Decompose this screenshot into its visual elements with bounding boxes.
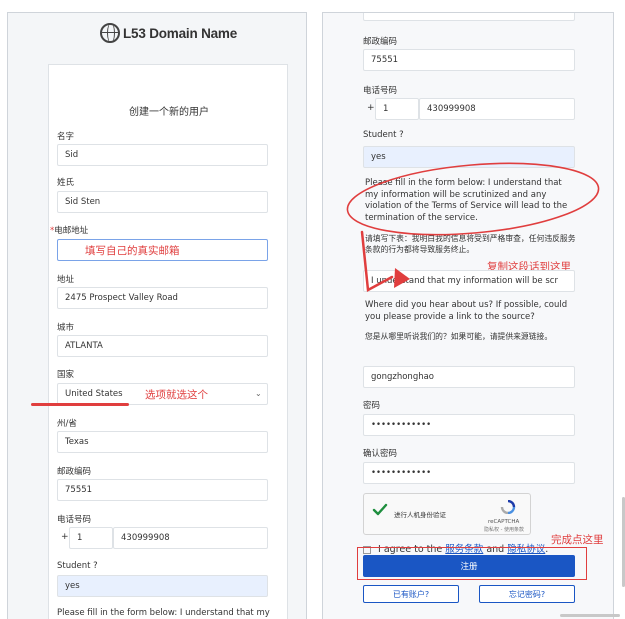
city-input[interactable]: ATLANTA <box>57 335 268 357</box>
zip-label: 邮政编码 <box>57 467 92 477</box>
email-label-text: 电邮地址 <box>54 226 89 236</box>
student-label: Student ? <box>363 130 404 140</box>
state-input[interactable]: Texas <box>57 431 268 453</box>
chevron-down-icon: ⌄ <box>255 389 262 398</box>
source-question-chinese: 您是从哪里听说我们的？如果可能，请提供来源链接。 <box>365 332 553 341</box>
have-account-button[interactable]: 已有账户? <box>363 585 459 603</box>
email-input[interactable]: 填写自己的真实邮箱 <box>57 239 268 261</box>
first-name-label: 名字 <box>57 132 75 142</box>
phone-plus-sign: + <box>61 532 69 542</box>
phone-number-input[interactable]: 430999908 <box>113 527 268 549</box>
recaptcha-icon <box>500 500 516 514</box>
email-annotation: 填写自己的真实邮箱 <box>85 244 180 257</box>
source-question-english: Where did you hear about us? If possible… <box>365 300 568 322</box>
zip-input[interactable]: 75551 <box>363 49 575 71</box>
finish-annotation: 完成点这里 <box>551 534 604 546</box>
phone-plus-sign: + <box>367 103 375 113</box>
first-name-input[interactable]: Sid <box>57 144 268 166</box>
phone-number-input[interactable]: 430999908 <box>419 98 575 120</box>
left-screenshot-panel: L53 Domain Name 创建一个新的用户 名字 Sid 姓氏 Sid S… <box>7 12 307 619</box>
country-label: 国家 <box>57 370 75 380</box>
password-input[interactable]: •••••••••••• <box>363 414 575 436</box>
student-input[interactable]: yes <box>57 575 268 597</box>
student-input[interactable]: yes <box>363 146 575 168</box>
address-label: 地址 <box>57 275 75 285</box>
right-screenshot-panel: Texas 邮政编码 75551 电话号码 + 1 430999908 Stud… <box>322 12 614 619</box>
state-input[interactable]: Texas <box>363 13 575 21</box>
email-label: *电邮地址 <box>50 224 88 236</box>
student-label: Student ? <box>57 561 98 571</box>
register-highlight-box <box>357 547 587 580</box>
country-annotation: 选项就选这个 <box>145 389 208 401</box>
last-name-input[interactable]: Sid Sten <box>57 191 268 213</box>
form-title: 创建一个新的用户 <box>129 107 209 118</box>
address-input[interactable]: 2475 Prospect Valley Road <box>57 287 268 309</box>
phone-country-code-input[interactable]: 1 <box>375 98 419 120</box>
phone-label: 电话号码 <box>57 515 92 525</box>
terms-statement-input[interactable]: I understand that my information will be… <box>363 270 575 292</box>
signup-form-card: 创建一个新的用户 名字 Sid 姓氏 Sid Sten *电邮地址 填写自己的真… <box>31 64 288 619</box>
terms-note-chinese: 请填写下表：我明白我的信息将受到严格审查，任何违反服务条款的行为都将导致服务终止… <box>365 234 576 254</box>
terms-note-english: Please fill in the form below: I underst… <box>365 178 568 223</box>
captcha-label: 进行人机身份验证 <box>394 511 446 519</box>
recaptcha-widget[interactable]: 进行人机身份验证 reCAPTCHA 隐私权 - 使用条款 <box>363 493 531 535</box>
recaptcha-name: reCAPTCHA <box>488 519 520 525</box>
recaptcha-links: 隐私权 - 使用条款 <box>484 527 524 533</box>
horizontal-scrollbar[interactable] <box>560 614 620 617</box>
confirm-password-label: 确认密码 <box>363 449 398 459</box>
globe-logo-icon <box>100 23 120 43</box>
phone-label: 电话号码 <box>363 86 398 96</box>
last-name-label: 姓氏 <box>57 178 75 188</box>
zip-input[interactable]: 75551 <box>57 479 268 501</box>
forgot-password-button[interactable]: 忘记密码? <box>479 585 575 603</box>
brand-logo: L53 Domain Name <box>100 23 237 43</box>
phone-country-code-input[interactable]: 1 <box>69 527 113 549</box>
city-label: 城市 <box>57 323 75 333</box>
state-label: 州/省 <box>57 419 77 429</box>
zip-label: 邮政编码 <box>363 37 398 47</box>
brand-logo-text: L53 Domain Name <box>123 25 238 41</box>
country-selected-value: United States <box>65 389 123 399</box>
confirm-password-input[interactable]: •••••••••••• <box>363 462 575 484</box>
source-input[interactable]: gongzhonghao <box>363 366 575 388</box>
checkmark-icon[interactable] <box>372 502 388 518</box>
country-underline-mark <box>31 403 129 406</box>
terms-note-text: Please fill in the form below: I underst… <box>57 608 270 618</box>
password-label: 密码 <box>363 401 381 411</box>
